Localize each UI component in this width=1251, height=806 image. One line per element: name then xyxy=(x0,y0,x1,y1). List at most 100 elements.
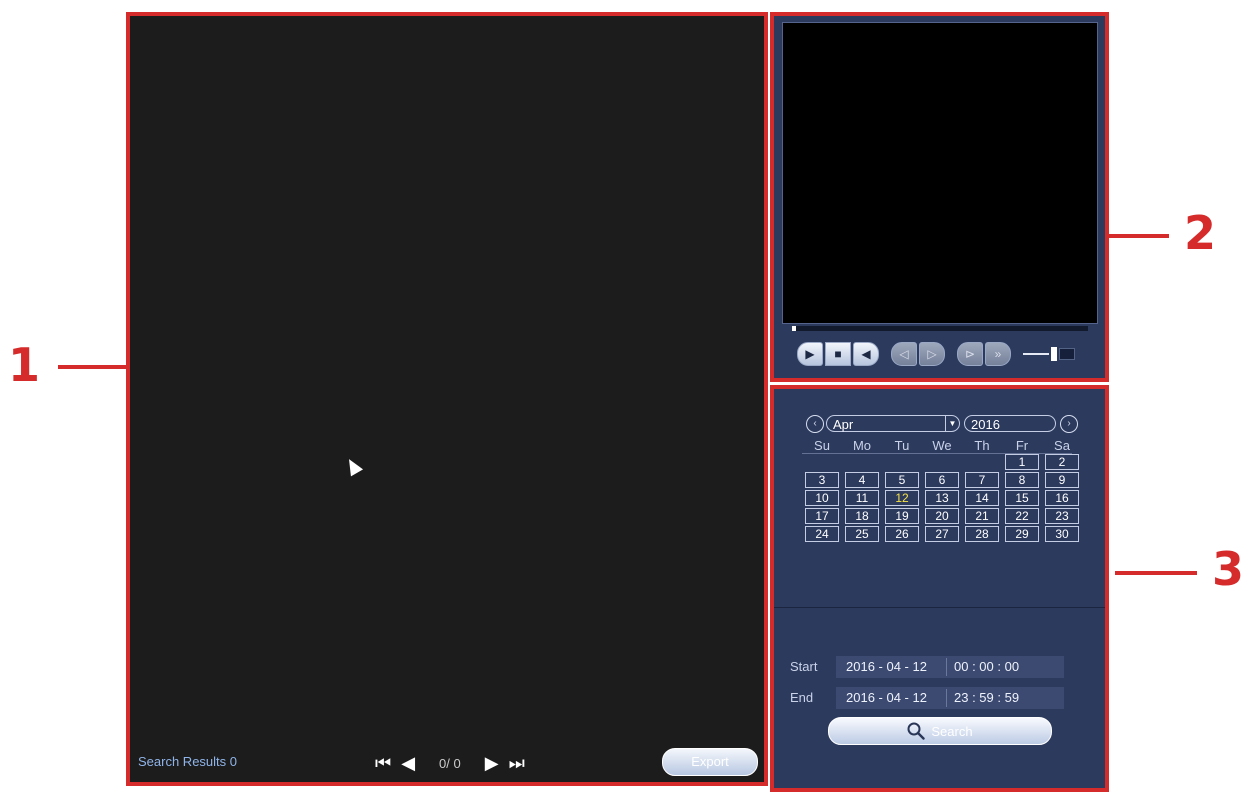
calendar-grid: Su Mo Tu We Th Fr Sa 1 2 3 4 5 6 7 8 9 10 11 12 13 14… xyxy=(802,437,1082,543)
first-page-icon[interactable]: ⏮ xyxy=(375,753,391,774)
start-datetime-field[interactable]: 2016 - 04 - 12 00 : 00 : 00 xyxy=(836,656,1064,678)
calendar-cell: 30 xyxy=(1042,525,1082,543)
calendar-cell: 22 xyxy=(1002,507,1042,525)
calendar-day[interactable]: 15 xyxy=(1005,490,1039,506)
slow-reverse-button[interactable]: ◁ xyxy=(891,342,917,366)
end-label: End xyxy=(790,690,814,705)
search-panel: ‹ Apr ▼ 2016 › Su Mo Tu We Th Fr Sa 1234… xyxy=(770,385,1109,792)
search-icon xyxy=(907,722,926,740)
prev-month-icon[interactable]: ‹ xyxy=(806,415,824,433)
calendar-day[interactable]: 4 xyxy=(845,472,879,488)
calendar-day[interactable]: 18 xyxy=(845,508,879,524)
calendar-day[interactable]: 17 xyxy=(805,508,839,524)
calendar-day[interactable]: 29 xyxy=(1005,526,1039,542)
calendar-cell: 13 xyxy=(922,489,962,507)
calendar-cell: 2 xyxy=(1042,453,1082,471)
volume-slider-handle[interactable] xyxy=(1051,347,1057,361)
calendar-day[interactable]: 16 xyxy=(1045,490,1079,506)
play-button[interactable]: ▶ xyxy=(797,342,823,366)
page-indicator: 0/ 0 xyxy=(439,755,461,771)
fast-forward-button[interactable]: » xyxy=(985,342,1011,366)
calendar-day[interactable]: 23 xyxy=(1045,508,1079,524)
stop-button[interactable]: ■ xyxy=(825,342,851,366)
calendar-day[interactable]: 6 xyxy=(925,472,959,488)
calendar-day[interactable]: 28 xyxy=(965,526,999,542)
calendar-day[interactable]: 14 xyxy=(965,490,999,506)
fast-forward-icon: » xyxy=(994,347,1002,361)
weekday-label: Tu xyxy=(894,437,910,453)
month-select[interactable]: Apr ▼ xyxy=(826,415,960,432)
calendar-cell xyxy=(802,453,842,471)
calendar-day[interactable]: 24 xyxy=(805,526,839,542)
calendar-day[interactable]: 20 xyxy=(925,508,959,524)
calendar-day[interactable]: 5 xyxy=(885,472,919,488)
calendar-day[interactable]: 13 xyxy=(925,490,959,506)
calendar-day[interactable]: 26 xyxy=(885,526,919,542)
start-date-value: 2016 - 04 - 12 xyxy=(846,659,927,674)
calendar-cell: 6 xyxy=(922,471,962,489)
calendar-day[interactable]: 12 xyxy=(885,490,919,506)
calendar-day[interactable]: 30 xyxy=(1045,526,1079,542)
weekday-label: Su xyxy=(814,437,830,453)
calendar-cell: 4 xyxy=(842,471,882,489)
end-time-value: 23 : 59 : 59 xyxy=(954,690,1020,705)
volume-track[interactable] xyxy=(1023,353,1049,355)
calendar-day[interactable]: 11 xyxy=(845,490,879,506)
search-button-label: Search xyxy=(931,723,973,739)
calendar-cell: 15 xyxy=(1002,489,1042,507)
weekday-label: Sa xyxy=(1054,437,1070,453)
calendar-cell: 5 xyxy=(882,471,922,489)
calendar-day[interactable]: 2 xyxy=(1045,454,1079,470)
callout-3-line xyxy=(1115,571,1197,575)
calendar-cell: 7 xyxy=(962,471,1002,489)
calendar-day[interactable]: 7 xyxy=(965,472,999,488)
reverse-icon: ◀ xyxy=(861,347,871,361)
playback-progress-fill xyxy=(792,326,796,331)
calendar-cell: 19 xyxy=(882,507,922,525)
calendar-cell: 25 xyxy=(842,525,882,543)
start-time-value: 00 : 00 : 00 xyxy=(954,659,1020,674)
slow-forward-button[interactable]: ▷ xyxy=(919,342,945,366)
end-datetime-field[interactable]: 2016 - 04 - 12 23 : 59 : 59 xyxy=(836,687,1064,709)
search-results-label: Search Results 0 xyxy=(138,754,237,769)
playback-progress-bar[interactable] xyxy=(792,326,1088,331)
calendar-cell xyxy=(842,453,882,471)
end-date-value: 2016 - 04 - 12 xyxy=(846,690,927,705)
prev-page-icon[interactable]: ◀ xyxy=(401,753,415,774)
calendar-day[interactable]: 21 xyxy=(965,508,999,524)
calendar-cell: 20 xyxy=(922,507,962,525)
weekday-label: Mo xyxy=(852,437,872,453)
calendar-week-row: 12 xyxy=(802,453,1082,471)
calendar-day[interactable]: 25 xyxy=(845,526,879,542)
preview-panel: ▶ ■ ◀ ◁ ▷ ⊳ » xyxy=(770,12,1109,382)
search-button[interactable]: Search xyxy=(828,717,1052,745)
calendar-day[interactable]: 10 xyxy=(805,490,839,506)
last-page-icon[interactable]: ⏭ xyxy=(509,753,525,774)
calendar-cell xyxy=(962,453,1002,471)
year-field[interactable]: 2016 xyxy=(964,415,1056,432)
calendar-cell xyxy=(882,453,922,471)
calendar-day[interactable]: 9 xyxy=(1045,472,1079,488)
next-month-icon[interactable]: › xyxy=(1060,415,1078,433)
calendar-cell: 28 xyxy=(962,525,1002,543)
export-button[interactable]: Export xyxy=(662,748,758,776)
calendar-day[interactable]: 1 xyxy=(1005,454,1039,470)
next-page-icon[interactable]: ▶ xyxy=(485,753,499,774)
calendar-week-row: 10 11 12 13 14 15 16 xyxy=(802,489,1082,507)
search-results-count: 0 xyxy=(229,754,238,769)
play-icon: ▶ xyxy=(805,347,815,361)
step-forward-button[interactable]: ⊳ xyxy=(957,342,983,366)
calendar-cell: 27 xyxy=(922,525,962,543)
calendar-day[interactable]: 8 xyxy=(1005,472,1039,488)
calendar-day[interactable]: 27 xyxy=(925,526,959,542)
slow-forward-icon: ▷ xyxy=(927,347,937,361)
reverse-play-button[interactable]: ◀ xyxy=(853,342,879,366)
calendar-day[interactable]: 22 xyxy=(1005,508,1039,524)
calendar-cell: 29 xyxy=(1002,525,1042,543)
calendar-day[interactable]: 19 xyxy=(885,508,919,524)
calendar-days: 1 2 3 4 5 6 7 8 9 10 11 12 13 14 15 16 17 18 19 20 21 22 23 24 2… xyxy=(802,453,1082,543)
results-pager: ⏮ ◀ 0/ 0 ▶ ⏭ xyxy=(375,751,525,775)
calendar-cell xyxy=(922,453,962,471)
panel-divider xyxy=(774,607,1105,608)
calendar-day[interactable]: 3 xyxy=(805,472,839,488)
